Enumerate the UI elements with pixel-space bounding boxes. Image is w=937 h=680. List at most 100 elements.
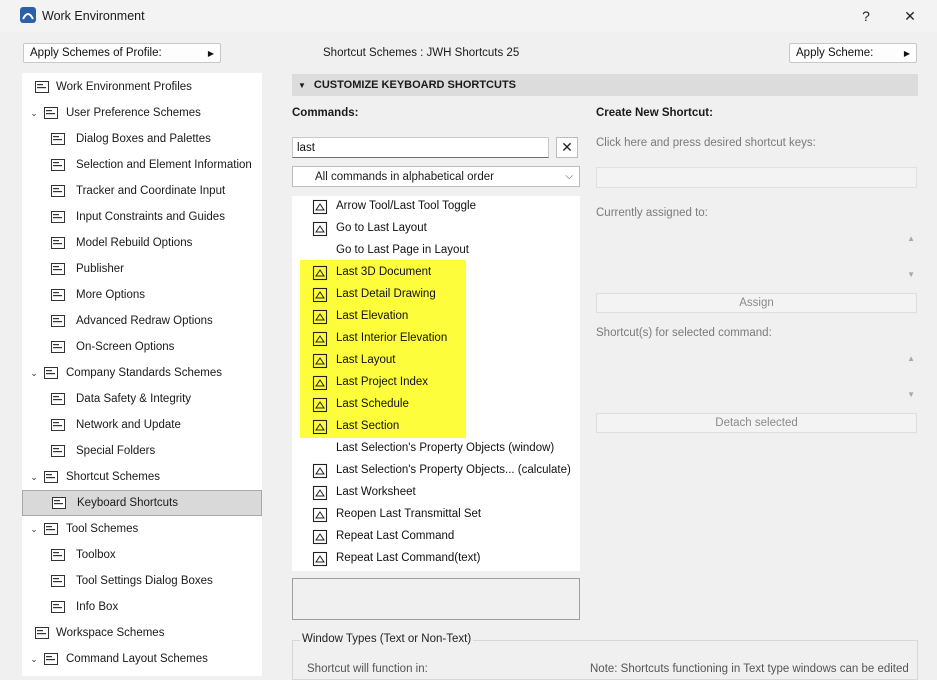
title-bar: Work Environment ? ✕ [0, 0, 937, 32]
command-label: Last 3D Document [336, 266, 432, 278]
model-rebuild-icon [51, 237, 65, 249]
tree-item[interactable]: Special Folders [22, 438, 262, 464]
chevron-down-icon[interactable]: ⌄ [29, 654, 39, 665]
command-row[interactable]: Last Interior Elevation [292, 328, 580, 350]
tree-item[interactable]: More Options [22, 282, 262, 308]
tree-item[interactable]: Dialog Boxes and Palettes [22, 126, 262, 152]
tree-item[interactable]: ⌄ Command Layout Schemes [22, 646, 262, 672]
command-label: Last Layout [336, 354, 396, 366]
chevron-down-icon[interactable]: ⌄ [29, 524, 39, 535]
selection-icon [51, 159, 65, 171]
tree-item[interactable]: Selection and Element Information [22, 152, 262, 178]
command-row[interactable]: Last Detail Drawing [292, 284, 580, 306]
3d-document-icon [312, 265, 328, 281]
tree-item[interactable]: Keyboard Shortcuts [22, 490, 262, 516]
command-row[interactable]: Reopen Last Transmittal Set [292, 504, 580, 526]
tree-item[interactable]: Tool Settings Dialog Boxes [22, 568, 262, 594]
tree-item[interactable]: Work Environment Profiles [22, 74, 262, 100]
command-row[interactable]: Go to Last Layout [292, 218, 580, 240]
clear-search-button[interactable]: ✕ [556, 137, 578, 158]
command-row[interactable]: Last Section [292, 416, 580, 438]
chevron-down-icon[interactable]: ⌄ [29, 108, 39, 119]
tree-item-label: Workspace Schemes [56, 627, 165, 639]
publisher-icon [51, 263, 65, 275]
window-title: Work Environment [42, 9, 145, 23]
command-label: Last Schedule [336, 398, 409, 410]
workspace-icon [35, 627, 49, 639]
tree-item-label: Company Standards Schemes [66, 367, 222, 379]
sliders-icon [51, 289, 65, 301]
property-objects-icon [312, 463, 328, 479]
chevron-down-icon[interactable]: ⌄ [29, 368, 39, 379]
tree-item-label: Tracker and Coordinate Input [76, 185, 226, 197]
command-row[interactable]: Last Elevation [292, 306, 580, 328]
tree-item[interactable]: Info Box [22, 594, 262, 620]
data-safety-icon [51, 393, 65, 405]
shortcut-key-field[interactable] [596, 167, 917, 188]
text-window-note: Note: Shortcuts functioning in Text type… [590, 663, 909, 675]
scroll-down-icon[interactable]: ▼ [907, 390, 915, 399]
tree-item[interactable]: ⌄ Company Standards Schemes [22, 360, 262, 386]
command-row[interactable]: Last Project Index [292, 372, 580, 394]
tree-item[interactable]: Toolbox [22, 542, 262, 568]
tool-settings-icon [51, 575, 65, 587]
tree-item[interactable]: Workspace Schemes [22, 620, 262, 646]
tree-item-label: Publisher [76, 263, 124, 275]
tree-item-label: Selection and Element Information [76, 159, 252, 171]
command-label: Last Detail Drawing [336, 288, 436, 300]
tree-item[interactable]: Network and Update [22, 412, 262, 438]
command-row[interactable]: Last Selection's Property Objects... (ca… [292, 460, 580, 482]
command-row[interactable]: Go to Last Page in Layout [292, 240, 580, 262]
toolbox-icon [51, 549, 65, 561]
tree-item[interactable]: Model Rebuild Options [22, 230, 262, 256]
command-row[interactable]: Last Selection's Property Objects (windo… [292, 438, 580, 460]
help-button[interactable]: ? [851, 4, 881, 28]
assign-button[interactable]: Assign [596, 293, 917, 313]
scroll-up-icon[interactable]: ▲ [907, 354, 915, 363]
tree-item-label: Model Rebuild Options [76, 237, 193, 249]
command-row[interactable]: Last 3D Document [292, 262, 580, 284]
apply-scheme-button[interactable]: Apply Scheme: ▶ [789, 43, 917, 63]
command-row[interactable]: Repeat Last Command(text) [292, 548, 580, 570]
scheme-tree[interactable]: Work Environment Profiles ⌄ User Preferenc… [22, 73, 262, 676]
command-row[interactable]: Last Layout [292, 350, 580, 372]
tree-item-label: Special Folders [76, 445, 156, 457]
command-label: Last Worksheet [336, 486, 416, 498]
tree-item-label: Network and Update [76, 419, 181, 431]
apply-profile-label: Apply Schemes of Profile: [30, 47, 162, 59]
command-row[interactable]: Arrow Tool/Last Tool Toggle [292, 196, 580, 218]
command-row[interactable]: Last Schedule [292, 394, 580, 416]
tree-item[interactable]: ⌄ Shortcut Schemes [22, 464, 262, 490]
tree-item[interactable]: Data Safety & Integrity [22, 386, 262, 412]
tree-item[interactable]: Publisher [22, 256, 262, 282]
tree-item[interactable]: Advanced Redraw Options [22, 308, 262, 334]
chevron-down-icon: ⌵ [565, 171, 573, 182]
collapse-triangle-icon: ▼ [298, 80, 306, 90]
close-button[interactable]: ✕ [895, 4, 925, 28]
transmittal-icon [312, 507, 328, 523]
apply-profile-button[interactable]: Apply Schemes of Profile: ▶ [23, 43, 221, 63]
tree-item[interactable]: ⌄ Tool Schemes [22, 516, 262, 542]
repeat-icon [312, 529, 328, 545]
command-list[interactable]: Arrow Tool/Last Tool Toggle Go to Last La… [292, 196, 580, 571]
section-header[interactable]: ▼ CUSTOMIZE KEYBOARD SHORTCUTS [292, 74, 918, 96]
scroll-down-icon[interactable]: ▼ [907, 270, 915, 279]
chevron-down-icon[interactable]: ⌄ [29, 472, 39, 483]
tree-item[interactable]: On-Screen Options [22, 334, 262, 360]
command-label: Last Interior Elevation [336, 332, 448, 344]
info-box-icon [51, 601, 65, 613]
command-label: Go to Last Layout [336, 222, 427, 234]
tree-item[interactable]: ⌄ User Preference Schemes [22, 100, 262, 126]
tree-item-label: Command Layout Schemes [66, 653, 208, 665]
tree-item[interactable]: Input Constraints and Guides [22, 204, 262, 230]
input-constraints-icon [51, 211, 65, 223]
command-row[interactable]: Repeat Last Command [292, 526, 580, 548]
tree-scrollbar[interactable] [262, 73, 276, 676]
tree-item[interactable]: Tracker and Coordinate Input [22, 178, 262, 204]
command-search-input[interactable] [292, 137, 549, 158]
command-order-select[interactable]: All commands in alphabetical order ⌵ [292, 166, 580, 187]
command-row[interactable]: Last Worksheet [292, 482, 580, 504]
scroll-up-icon[interactable]: ▲ [907, 234, 915, 243]
detach-selected-button[interactable]: Detach selected [596, 413, 917, 433]
command-label: Last Selection's Property Objects (windo… [336, 442, 555, 454]
